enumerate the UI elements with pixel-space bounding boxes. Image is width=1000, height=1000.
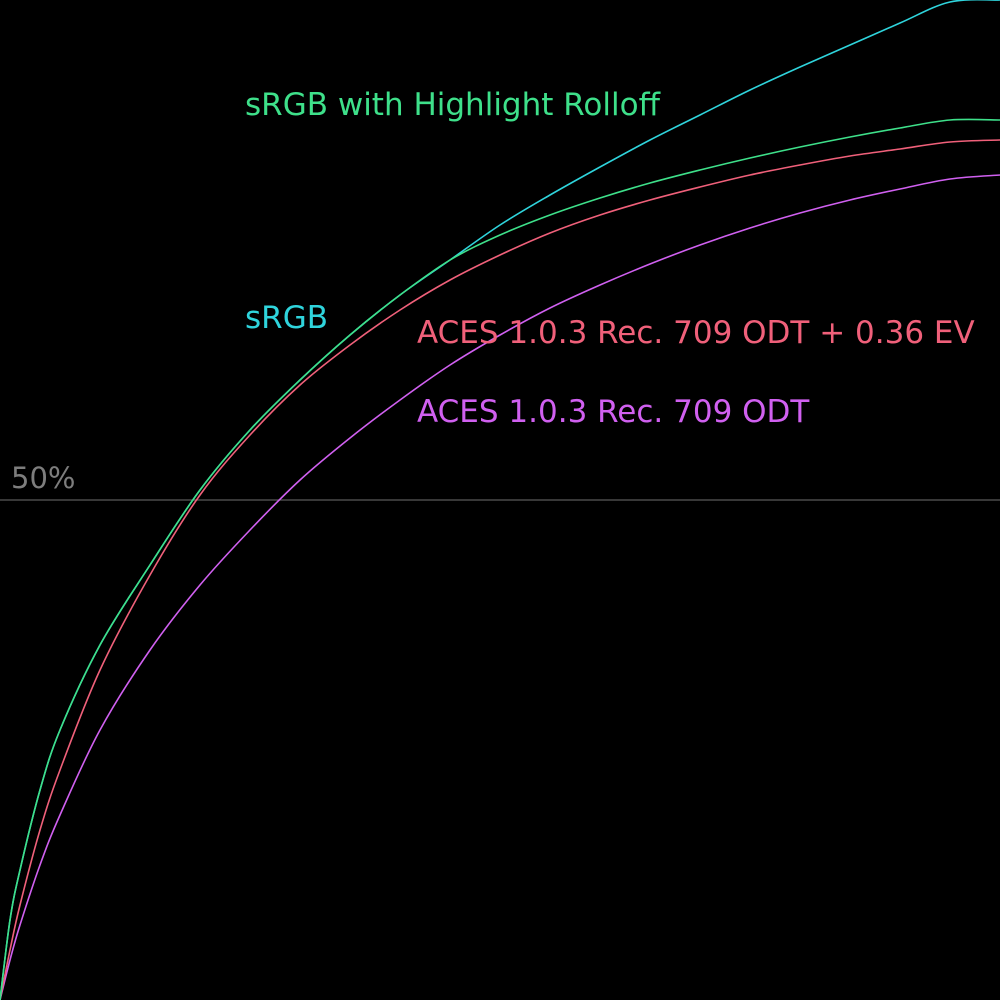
series-label-aces-1-0-3-rec-709-odt: ACES 1.0.3 Rec. 709 ODT <box>417 394 810 430</box>
tone-curve-chart: 50% sRGB with Highlight Rolloff sRGB ACES … <box>0 0 1000 1000</box>
series-label-aces-1-0-3-rec-709-odt-0-36-ev: ACES 1.0.3 Rec. 709 ODT + 0.36 EV <box>417 315 975 351</box>
series-label-srgb-with-highlight-rolloff: sRGB with Highlight Rolloff <box>245 87 661 123</box>
reference-line-label: 50% <box>11 461 75 495</box>
series-label-srgb: sRGB <box>245 300 328 336</box>
